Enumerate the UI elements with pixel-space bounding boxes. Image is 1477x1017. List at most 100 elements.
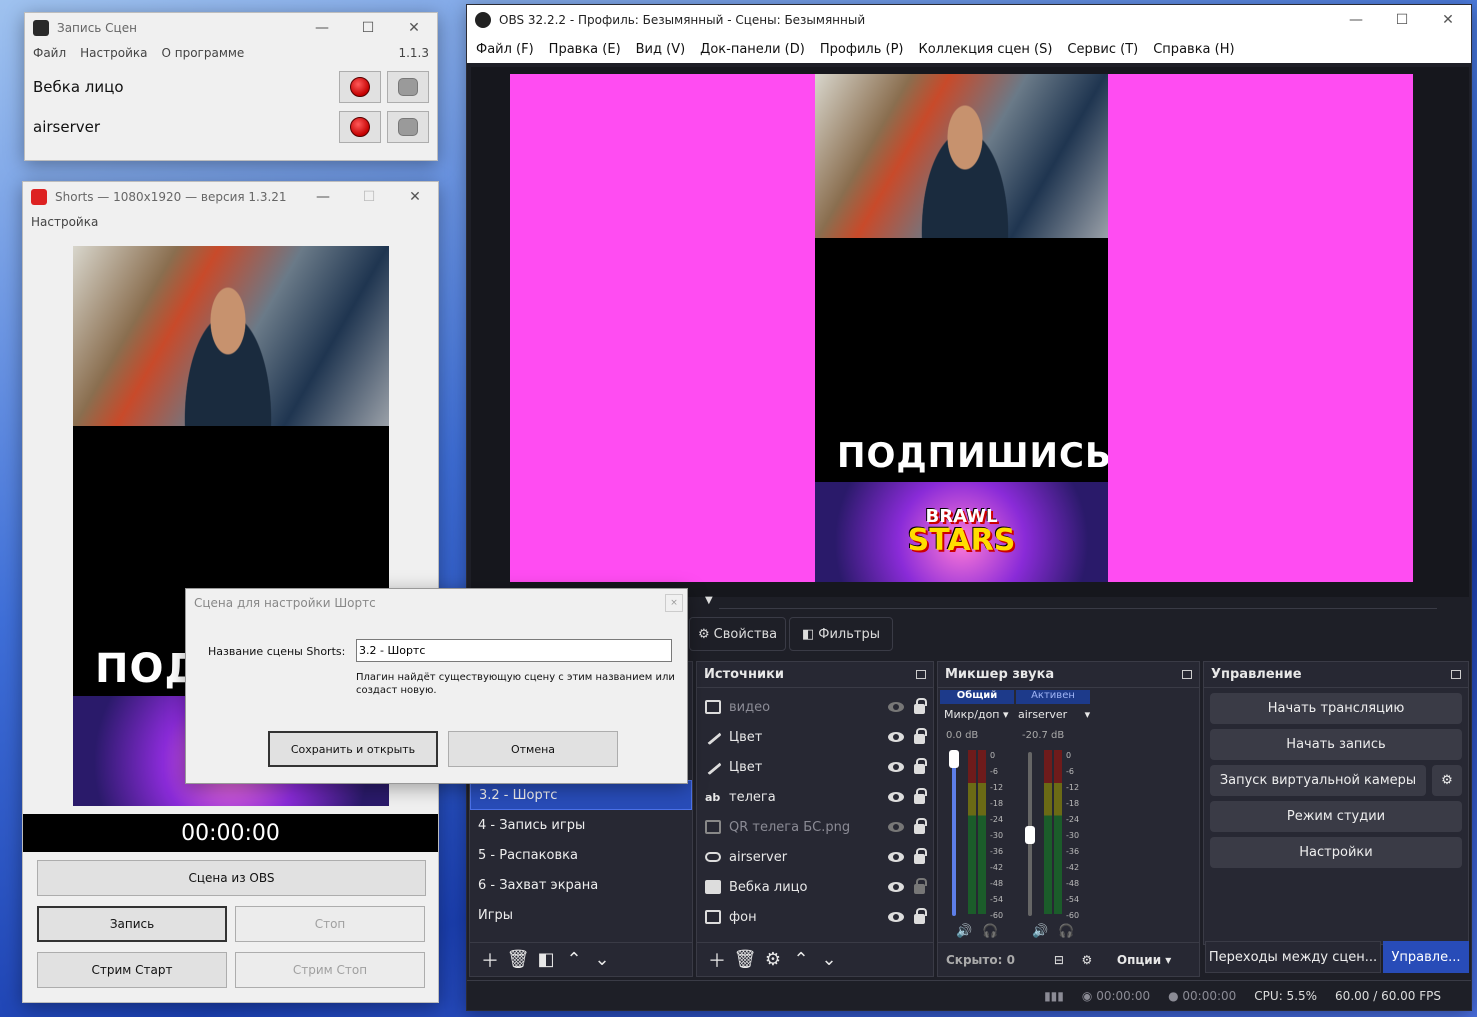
source-row[interactable]: Цвет — [697, 722, 933, 752]
advanced-settings-icon[interactable]: ⚙ — [1075, 953, 1099, 967]
lock-icon[interactable] — [914, 788, 927, 804]
menu-profile[interactable]: Профиль (P) — [820, 42, 904, 57]
volume-slider-handle[interactable] — [1025, 826, 1035, 844]
volume-slider-handle[interactable] — [949, 750, 959, 768]
source-row[interactable]: QR телега БС.png — [697, 812, 933, 842]
virtual-camera-settings-button[interactable]: ⚙ — [1432, 765, 1462, 796]
start-recording-button[interactable]: Начать запись — [1210, 729, 1462, 760]
eye-icon[interactable] — [888, 792, 904, 802]
scene-item[interactable]: 3.2 - Шортс — [470, 780, 692, 810]
trash-icon[interactable]: 🗑 — [506, 949, 530, 970]
properties-button[interactable]: ⚙ Свойства — [689, 617, 787, 651]
lock-icon[interactable] — [914, 848, 927, 864]
record-button[interactable]: Запись — [37, 906, 227, 942]
close-icon[interactable]: ✕ — [391, 13, 437, 43]
menu-view[interactable]: Вид (V) — [636, 42, 686, 57]
maximize-icon[interactable]: ☐ — [345, 13, 391, 43]
close-icon[interactable]: × — [665, 594, 683, 612]
popout-icon[interactable] — [1182, 670, 1192, 679]
unlock-icon[interactable] — [914, 878, 927, 894]
stream-stop-button[interactable]: Стрим Стоп — [235, 952, 425, 988]
channel-name[interactable]: airserver ▾ — [1018, 708, 1090, 721]
menu-help[interactable]: Справка (H) — [1153, 42, 1234, 57]
menu-settings[interactable]: Настройка — [80, 46, 147, 60]
speaker-icon[interactable]: 🔊 — [1032, 924, 1048, 939]
maximize-icon[interactable]: ☐ — [346, 182, 392, 212]
eye-icon[interactable] — [888, 852, 904, 862]
start-virtual-camera-button[interactable]: Запуск виртуальной камеры — [1210, 765, 1426, 796]
scene-item[interactable]: Игры — [470, 900, 692, 930]
arrow-down-icon[interactable]: ⌄ — [817, 949, 841, 970]
save-and-open-button[interactable]: Сохранить и открыть — [268, 731, 438, 767]
arrow-up-icon[interactable]: ⌃ — [562, 949, 586, 970]
start-stream-button[interactable]: Начать трансляцию — [1210, 693, 1462, 724]
minimize-icon[interactable]: — — [300, 182, 346, 212]
eye-hidden-icon[interactable] — [888, 702, 904, 712]
eye-icon[interactable] — [888, 882, 904, 892]
arrow-up-icon[interactable]: ⌃ — [789, 949, 813, 970]
minimize-icon[interactable]: — — [1333, 5, 1379, 35]
lock-icon[interactable] — [914, 818, 927, 834]
lock-icon[interactable] — [914, 908, 927, 924]
source-row[interactable]: Цвет — [697, 752, 933, 782]
menu-about[interactable]: О программе — [161, 46, 244, 60]
menu-edit[interactable]: Правка (E) — [549, 42, 621, 57]
menu-settings[interactable]: Настройка — [31, 215, 98, 229]
tab-controls[interactable]: Управле... — [1383, 941, 1469, 973]
gear-icon[interactable]: ⚙ — [761, 949, 785, 970]
chevron-down-icon[interactable]: ▼ — [705, 595, 713, 606]
headphones-icon[interactable]: 🎧 — [1058, 924, 1074, 939]
source-row[interactable]: Вебка лицо — [697, 872, 933, 902]
menu-tools[interactable]: Сервис (T) — [1067, 42, 1138, 57]
record-button[interactable] — [339, 71, 381, 103]
stream-start-button[interactable]: Стрим Старт — [37, 952, 227, 988]
filters-button[interactable]: ◧ Фильтры — [789, 617, 893, 651]
trash-icon[interactable]: 🗑 — [733, 949, 757, 970]
stop-button[interactable] — [387, 111, 429, 143]
minimize-icon[interactable]: — — [299, 13, 345, 43]
lock-icon[interactable] — [914, 698, 927, 714]
popout-icon[interactable] — [1451, 670, 1461, 679]
eye-hidden-icon[interactable] — [888, 822, 904, 832]
source-row[interactable]: airserver — [697, 842, 933, 872]
add-icon[interactable]: ＋ — [478, 947, 502, 973]
channel-name[interactable]: Микр/доп ▾ — [944, 708, 1009, 721]
lock-icon[interactable] — [914, 758, 927, 774]
menu-scene-collection[interactable]: Коллекция сцен (S) — [918, 42, 1052, 57]
popout-icon[interactable] — [916, 670, 926, 679]
stop-button[interactable] — [387, 71, 429, 103]
settings-button[interactable]: Настройки — [1210, 837, 1462, 868]
obs-preview[interactable]: ПОДПИШИСЬ! BRAWL STARS — [471, 67, 1469, 597]
filter-icon[interactable]: ◧ — [534, 949, 558, 970]
arrow-down-icon[interactable]: ⌄ — [590, 949, 614, 970]
close-icon[interactable]: ✕ — [1425, 5, 1471, 35]
close-icon[interactable]: ✕ — [392, 182, 438, 212]
menu-file[interactable]: Файл — [33, 46, 66, 60]
record-button[interactable] — [339, 111, 381, 143]
maximize-icon[interactable]: ☐ — [1379, 5, 1425, 35]
volume-slider[interactable] — [952, 752, 956, 916]
source-row[interactable]: ab телега — [697, 782, 933, 812]
options-button[interactable]: Опции ▾ — [1117, 953, 1171, 967]
scene-name-input[interactable] — [356, 639, 672, 662]
mixer-tab-active[interactable]: Активен — [1016, 690, 1090, 704]
headphones-icon[interactable]: 🎧 — [982, 924, 998, 939]
speaker-icon[interactable]: 🔊 — [956, 924, 972, 939]
scene-from-obs-button[interactable]: Сцена из OBS — [37, 860, 426, 896]
scene-item[interactable]: 6 - Захват экрана — [470, 870, 692, 900]
layout-icon[interactable]: ⊟ — [1047, 953, 1071, 967]
lock-icon[interactable] — [914, 728, 927, 744]
eye-icon[interactable] — [888, 732, 904, 742]
menu-file[interactable]: Файл (F) — [476, 42, 534, 57]
scene-item[interactable]: 5 - Распаковка — [470, 840, 692, 870]
menu-docks[interactable]: Док-панели (D) — [700, 42, 805, 57]
add-icon[interactable]: ＋ — [705, 947, 729, 973]
cancel-button[interactable]: Отмена — [448, 731, 618, 767]
studio-mode-button[interactable]: Режим студии — [1210, 801, 1462, 832]
scene-item[interactable]: 4 - Запись игры — [470, 810, 692, 840]
source-row[interactable]: видео — [697, 692, 933, 722]
stop-button[interactable]: Стоп — [235, 906, 425, 942]
eye-icon[interactable] — [888, 912, 904, 922]
source-row[interactable]: фон — [697, 902, 933, 932]
tab-transitions[interactable]: Переходы между сцен... — [1205, 941, 1381, 973]
